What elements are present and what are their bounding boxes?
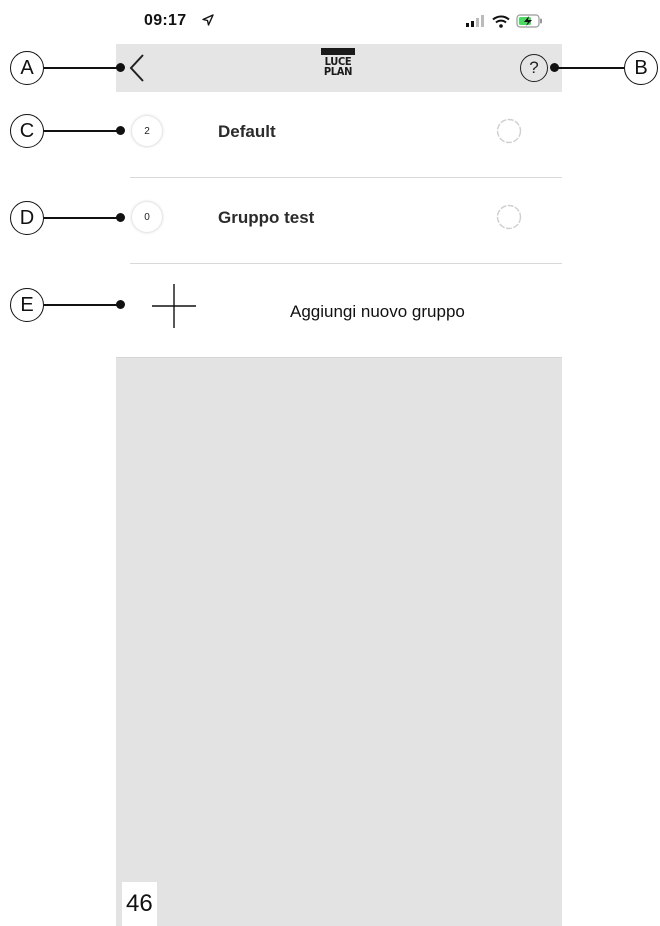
- gear-icon[interactable]: [494, 116, 524, 146]
- callout-b-dot: [550, 63, 559, 72]
- phone-screen: 09:17 LUCE PLAN ? 2 Default 0 Gruppo tes…: [116, 0, 562, 926]
- logo-line-2: PLAN: [323, 65, 353, 78]
- logo-bar: [321, 48, 355, 55]
- callout-e-dot: [116, 300, 125, 309]
- battery-charging-icon: [516, 14, 542, 28]
- callout-c-line: [44, 130, 120, 132]
- callout-c-dot: [116, 126, 125, 135]
- callout-d-dot: [116, 213, 125, 222]
- callout-e: E: [10, 288, 44, 322]
- page-number: 46: [122, 882, 157, 926]
- status-bar: 09:17: [116, 0, 562, 44]
- help-button[interactable]: ?: [520, 54, 548, 82]
- group-name: Gruppo test: [218, 208, 315, 227]
- status-time: 09:17: [144, 12, 187, 29]
- status-icons: [466, 14, 544, 28]
- add-group-label: Aggiungi nuovo gruppo: [290, 302, 465, 321]
- plus-icon: [152, 284, 196, 328]
- callout-c: C: [10, 114, 44, 148]
- signal-icon: [466, 15, 484, 27]
- chevron-left-icon: [129, 54, 144, 82]
- group-count-badge: 0: [132, 202, 162, 232]
- callout-b: B: [624, 51, 658, 85]
- question-circle-icon: ?: [529, 58, 539, 77]
- callout-e-line: [44, 304, 120, 306]
- navigation-bar: LUCE PLAN ?: [116, 44, 562, 92]
- callout-d: D: [10, 201, 44, 235]
- back-button[interactable]: [120, 50, 154, 86]
- callout-a: A: [10, 51, 44, 85]
- group-count-badge: 2: [132, 116, 162, 146]
- empty-content-area: [116, 358, 562, 926]
- callout-d-line: [44, 217, 120, 219]
- add-group-button[interactable]: Aggiungi nuovo gruppo: [116, 264, 562, 358]
- callout-a-dot: [116, 63, 125, 72]
- callout-a-line: [44, 67, 120, 69]
- wifi-icon: [492, 15, 510, 28]
- luceplan-logo: LUCE PLAN: [320, 48, 356, 86]
- gear-icon[interactable]: [494, 202, 524, 232]
- location-arrow-icon: [202, 14, 214, 26]
- group-name: Default: [218, 122, 276, 141]
- group-row-gruppo-test[interactable]: 0 Gruppo test: [130, 178, 562, 264]
- callout-b-line: [556, 67, 624, 69]
- group-row-default[interactable]: 2 Default: [130, 92, 562, 178]
